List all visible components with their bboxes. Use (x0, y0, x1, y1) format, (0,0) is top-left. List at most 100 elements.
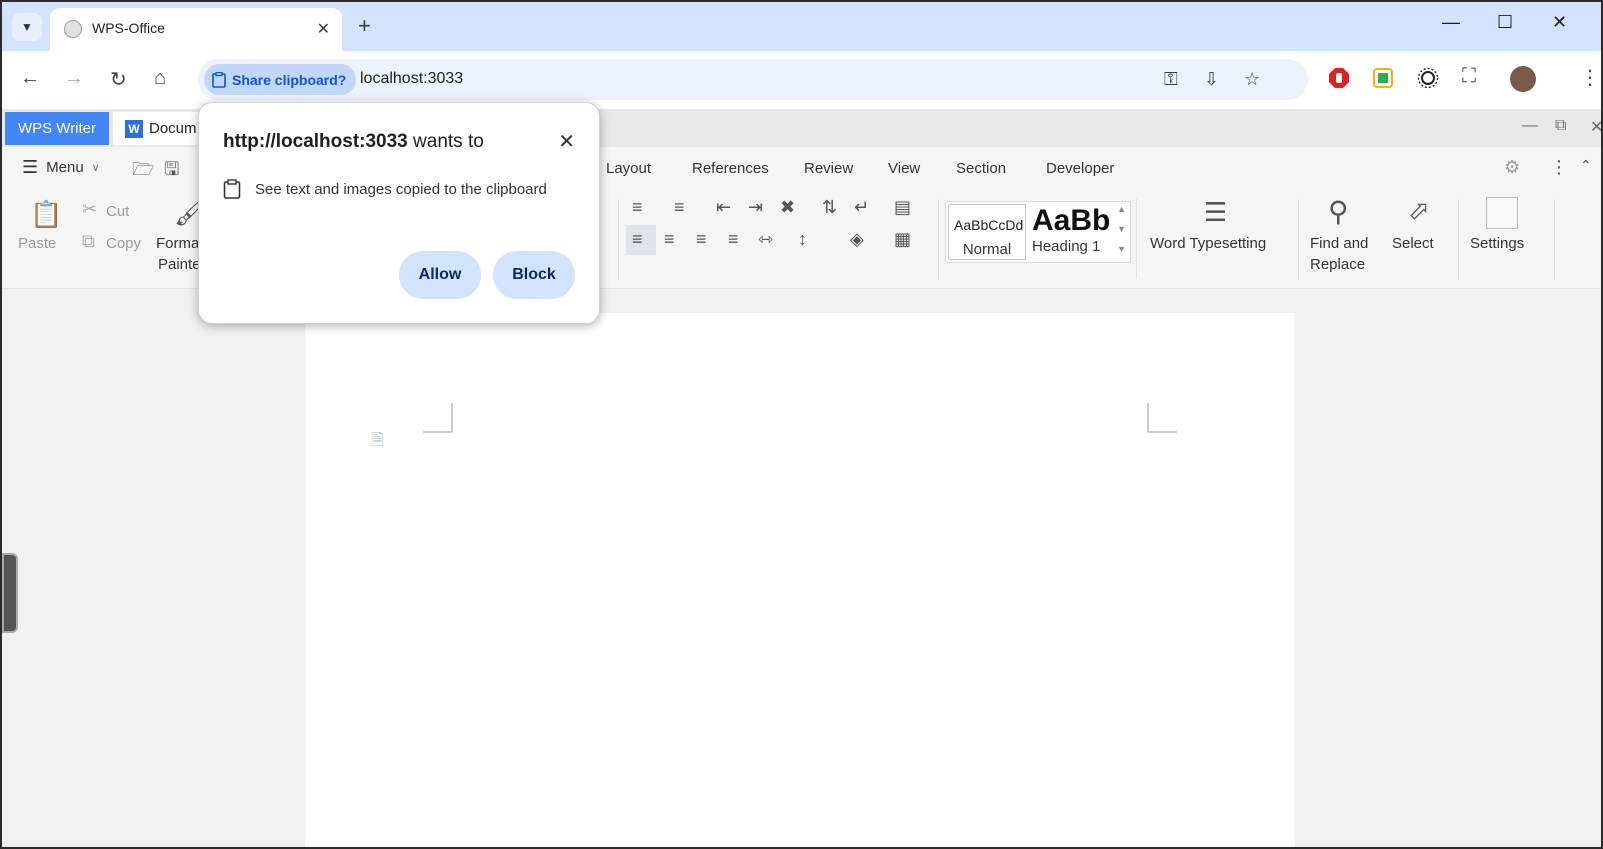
tab-developer[interactable]: Developer (1046, 160, 1114, 177)
sort-icon[interactable]: ⇅ (822, 197, 837, 218)
back-button[interactable]: ← (20, 67, 40, 90)
browser-tab[interactable]: WPS-Office ✕ (50, 8, 342, 51)
address-bar[interactable]: Share clipboard? localhost:3033 ⚿ ⇩ ☆ (198, 59, 1308, 100)
heading-style-name: Heading 1 (1032, 238, 1101, 255)
style-normal[interactable]: AaBbCcDd Normal (948, 204, 1026, 260)
copy-icon[interactable]: ⧉ (82, 231, 95, 252)
styles-scroll-up-icon[interactable]: ▲ (1117, 204, 1126, 214)
profile-avatar[interactable] (1510, 66, 1536, 92)
ribbon-separator (938, 199, 939, 279)
tab-search-button[interactable]: ▼ (12, 13, 42, 41)
settings-icon[interactable] (1486, 197, 1518, 229)
numbered-list-icon[interactable]: ≡ (674, 197, 685, 218)
wps-minimize-icon[interactable]: — (1522, 117, 1538, 135)
ribbon-separator (1136, 199, 1137, 279)
decrease-indent-icon[interactable]: ⇤ (716, 197, 731, 218)
close-tab-icon[interactable]: ✕ (317, 19, 330, 39)
line-spacing-icon[interactable]: ↕ (798, 229, 807, 250)
permission-text: See text and images copied to the clipbo… (255, 180, 547, 198)
share-clipboard-chip[interactable]: Share clipboard? (204, 64, 357, 95)
ribbon-more-icon[interactable]: ⋮ (1550, 157, 1568, 178)
sun-extension-icon[interactable] (1417, 67, 1439, 89)
writer-doc-icon: W (125, 119, 143, 138)
show-marks-icon[interactable]: ↵ (854, 197, 869, 218)
gear-icon[interactable]: ⚙ (1504, 157, 1520, 178)
heading-style-sample: AaBb (1032, 204, 1111, 237)
install-app-icon[interactable]: ⇩ (1204, 69, 1219, 90)
extensions-puzzle-icon[interactable]: ⛶ (1462, 65, 1476, 88)
align-center-icon[interactable]: ≡ (664, 229, 675, 250)
clipboard-icon (212, 71, 226, 88)
document-tab[interactable]: W Docum (113, 112, 203, 145)
align-left-icon[interactable]: ≡ (632, 229, 643, 250)
clipboard-permission-popup: http://localhost:3033 wants to ✕ See tex… (198, 102, 600, 324)
shading-icon[interactable]: ◈ (850, 229, 864, 250)
url-text[interactable]: localhost:3033 (360, 70, 463, 88)
select-cursor-icon[interactable]: ⬀ (1408, 195, 1430, 226)
normal-style-sample: AaBbCcDd (954, 217, 1024, 233)
tab-layout[interactable]: Layout (606, 160, 651, 177)
cut-label[interactable]: Cut (106, 203, 129, 220)
bookmark-star-icon[interactable]: ☆ (1244, 69, 1260, 90)
ribbon-separator (618, 199, 619, 279)
styles-scroll-down-icon[interactable]: ▼ (1117, 224, 1126, 234)
close-window-button[interactable]: ✕ (1552, 12, 1567, 33)
tab-review[interactable]: Review (804, 160, 853, 177)
new-tab-button[interactable]: + (358, 12, 371, 40)
copy-label[interactable]: Copy (106, 235, 141, 252)
open-folder-icon[interactable]: 🗁 (132, 157, 154, 187)
find-replace-label-1[interactable]: Find and (1310, 235, 1368, 252)
close-icon[interactable]: ✕ (558, 129, 575, 154)
ruler-icon[interactable]: ▤ (894, 197, 911, 218)
tab-title: WPS-Office (92, 20, 165, 36)
styles-expand-icon[interactable]: ▼ (1117, 244, 1126, 254)
block-label: Block (512, 266, 556, 283)
minimize-button[interactable]: — (1442, 12, 1460, 33)
block-button[interactable]: Block (493, 251, 575, 299)
wps-restore-icon[interactable]: ⧉ (1555, 117, 1566, 135)
forward-button[interactable]: → (64, 67, 84, 90)
word-typesetting-icon[interactable]: ☰ (1204, 197, 1227, 228)
document-page[interactable]: 🗎 (305, 313, 1295, 847)
borders-icon[interactable]: ▦ (894, 229, 911, 250)
color-extension-icon[interactable] (1372, 67, 1394, 89)
format-painter-label-1[interactable]: Forma (156, 235, 199, 252)
allow-button[interactable]: Allow (399, 251, 481, 299)
align-right-icon[interactable]: ≡ (696, 229, 707, 250)
save-icon[interactable]: 🖫 (164, 157, 179, 187)
main-menu-button[interactable]: ☰ Menu ∨ (22, 157, 100, 178)
distributed-icon[interactable]: ⇿ (758, 229, 773, 250)
wps-close-icon[interactable]: ✕ (1590, 117, 1601, 137)
collapse-ribbon-icon[interactable]: ⌃ (1580, 157, 1592, 174)
wps-writer-tab[interactable]: WPS Writer (5, 112, 109, 145)
tab-section[interactable]: Section (956, 160, 1006, 177)
bullet-list-icon[interactable]: ≡ (632, 197, 643, 218)
paragraph-options-icon[interactable]: 🗎 (371, 429, 384, 456)
search-icon[interactable]: ⚲ (1328, 195, 1349, 228)
key-icon[interactable]: ⚿ (1164, 69, 1178, 90)
share-chip-label: Share clipboard? (232, 71, 347, 88)
allow-label: Allow (418, 266, 462, 283)
settings-label[interactable]: Settings (1470, 235, 1524, 252)
reload-button[interactable]: ↻ (110, 67, 127, 92)
cut-icon[interactable]: ✂ (82, 199, 97, 220)
home-button[interactable]: ⌂ (154, 67, 166, 90)
document-tab-label: Docum (149, 120, 197, 137)
format-painter-label-2[interactable]: Painte (158, 256, 201, 273)
paste-icon[interactable]: 📋 (30, 199, 62, 230)
paste-label[interactable]: Paste (18, 235, 56, 252)
adblock-extension-icon[interactable] (1328, 67, 1350, 89)
select-label[interactable]: Select (1392, 235, 1434, 252)
browser-window: ▼ WPS-Office ✕ + — ☐ ✕ ← → ↻ ⌂ Share cli… (0, 0, 1603, 849)
increase-indent-icon[interactable]: ⇥ (748, 197, 763, 218)
side-panel-handle[interactable] (2, 553, 18, 633)
justify-icon[interactable]: ≡ (728, 229, 739, 250)
more-options-icon[interactable]: ⋮ (1580, 65, 1600, 90)
word-typesetting-label[interactable]: Word Typesetting (1150, 235, 1266, 252)
text-direction-icon[interactable]: ✖ (780, 197, 795, 218)
maximize-button[interactable]: ☐ (1497, 12, 1513, 33)
find-replace-label-2[interactable]: Replace (1310, 256, 1365, 273)
tab-references[interactable]: References (692, 160, 769, 177)
popup-origin: http://localhost:3033 (223, 131, 408, 152)
tab-view[interactable]: View (888, 160, 920, 177)
